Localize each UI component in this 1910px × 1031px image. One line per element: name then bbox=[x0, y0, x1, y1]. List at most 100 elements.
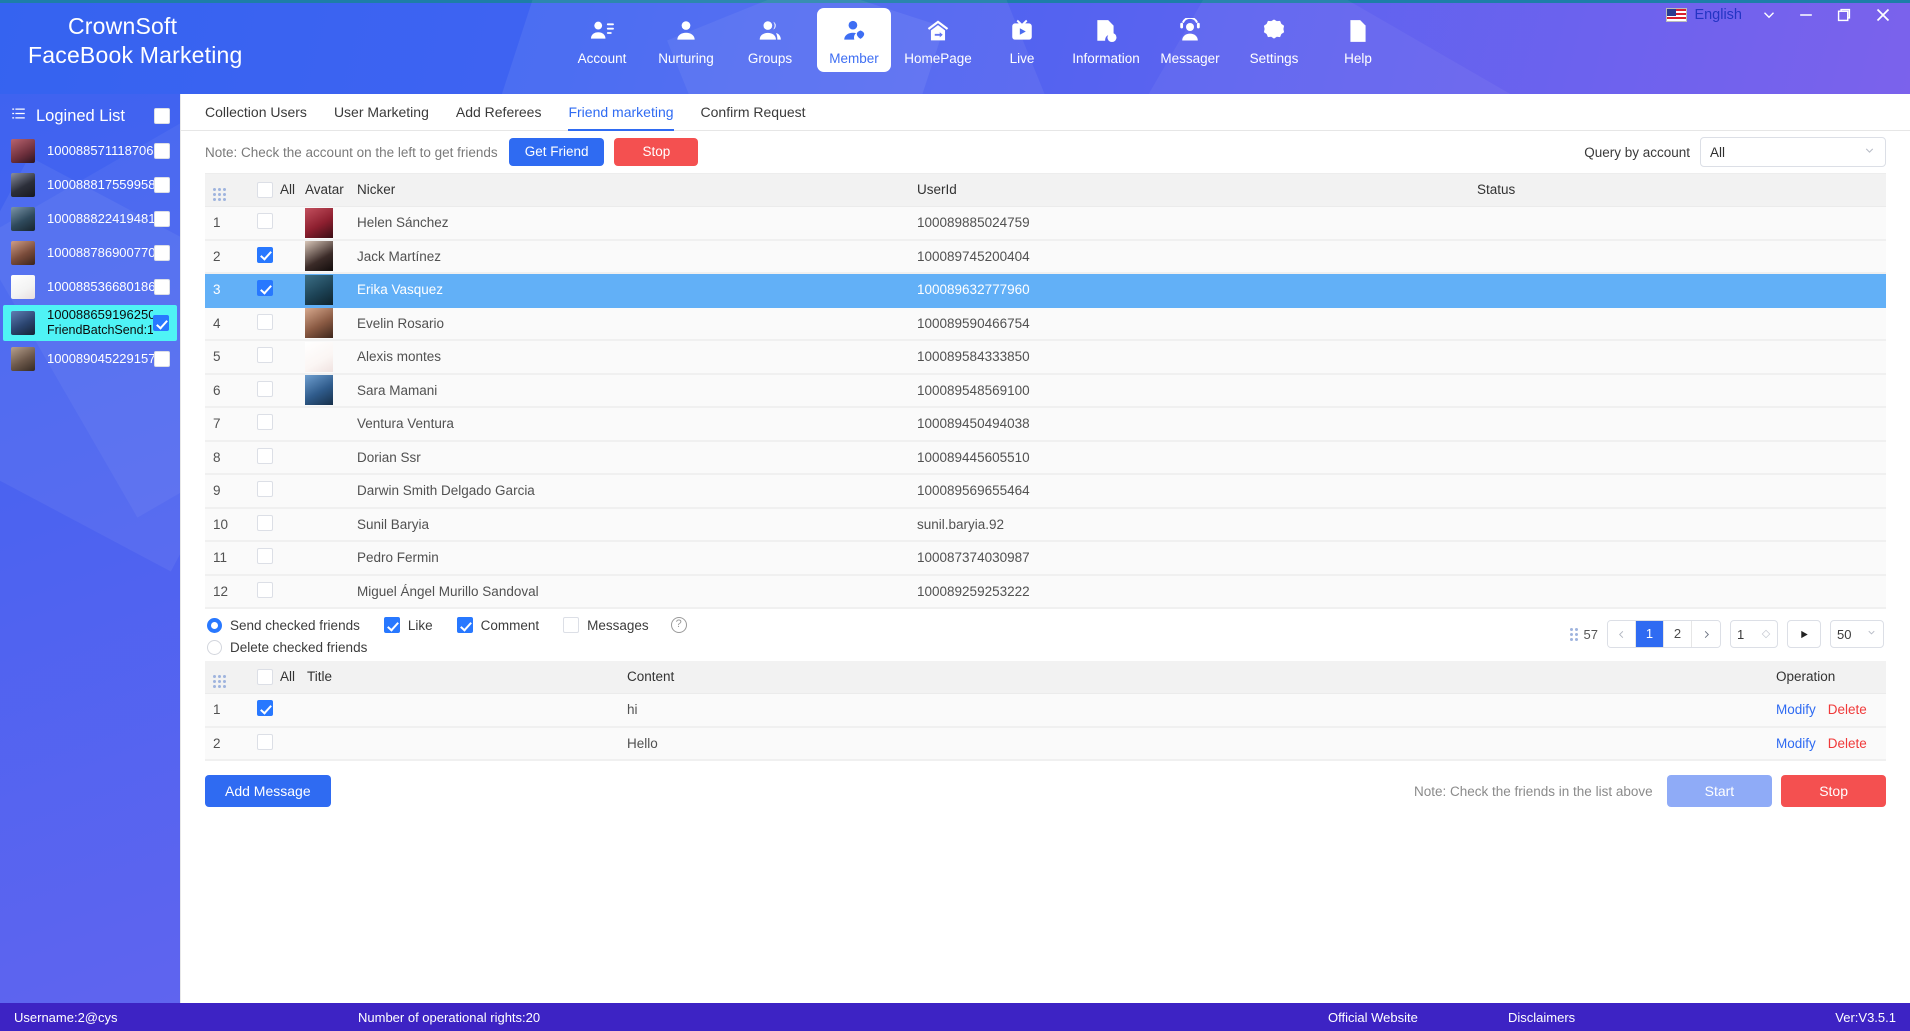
pagination-go-button[interactable] bbox=[1787, 620, 1821, 648]
sidebar-account-item[interactable]: 100088822419481 bbox=[0, 202, 180, 236]
table-row[interactable]: 5 Alexis montes 100089584333850 bbox=[205, 340, 1886, 375]
pagination-page-2[interactable]: 2 bbox=[1664, 621, 1692, 647]
sidebar-account-checkbox[interactable] bbox=[154, 245, 170, 261]
delete-checked-friends-radio[interactable] bbox=[207, 640, 222, 655]
friend-row-number: 2 bbox=[205, 239, 249, 274]
query-by-account-select[interactable]: All bbox=[1700, 137, 1886, 167]
friend-row-checkbox[interactable] bbox=[257, 347, 273, 364]
tab-collection-users[interactable]: Collection Users bbox=[205, 94, 307, 131]
maximize-icon[interactable] bbox=[1834, 5, 1854, 25]
table-row[interactable]: 9 Darwin Smith Delgado Garcia 100089569655… bbox=[205, 474, 1886, 509]
table-row[interactable]: 10 Sunil Baryia sunil.baryia.92 bbox=[205, 507, 1886, 542]
tab-add-referees[interactable]: Add Referees bbox=[456, 94, 542, 131]
pagination-page-1[interactable]: 1 bbox=[1636, 621, 1664, 647]
minimize-icon[interactable] bbox=[1796, 5, 1816, 25]
tab-friend-marketing[interactable]: Friend marketing bbox=[568, 94, 674, 131]
pagination-next-button[interactable] bbox=[1692, 621, 1720, 647]
chevron-down-icon[interactable] bbox=[1760, 6, 1778, 24]
nav-item-homepage[interactable]: HomePage bbox=[901, 8, 975, 72]
friend-row-checkbox[interactable] bbox=[257, 280, 273, 297]
modify-link[interactable]: Modify bbox=[1776, 702, 1816, 717]
start-button[interactable]: Start bbox=[1666, 775, 1773, 807]
friend-row-checkbox[interactable] bbox=[257, 246, 273, 263]
like-checkbox[interactable] bbox=[383, 617, 400, 633]
sidebar-account-item[interactable]: 100088659196250FriendBatchSend:100 bbox=[3, 305, 177, 341]
tab-confirm-request[interactable]: Confirm Request bbox=[701, 94, 806, 131]
sidebar-account-checkbox[interactable] bbox=[153, 315, 169, 331]
stepper-icon[interactable] bbox=[1761, 627, 1771, 642]
nav-item-settings[interactable]: Settings bbox=[1237, 8, 1311, 72]
message-select-all-checkbox[interactable] bbox=[257, 668, 273, 685]
sidebar-header: Logined List bbox=[0, 98, 180, 134]
messages-checkbox[interactable] bbox=[563, 617, 580, 633]
table-row[interactable]: 6 Sara Mamani 100089548569100 bbox=[205, 373, 1886, 408]
sidebar-account-checkbox[interactable] bbox=[154, 211, 170, 227]
language-selector[interactable]: English bbox=[1666, 7, 1742, 23]
friend-row-checkbox[interactable] bbox=[257, 481, 273, 498]
disclaimers-link[interactable]: Disclaimers bbox=[1508, 1010, 1575, 1025]
friend-row-checkbox[interactable] bbox=[257, 581, 273, 598]
table-row[interactable]: 1 hi Modify Delete bbox=[205, 693, 1886, 728]
table-row[interactable]: 11 Pedro Fermin 100087374030987 bbox=[205, 541, 1886, 576]
stop-get-friend-button[interactable]: Stop bbox=[614, 138, 699, 166]
drag-handle-icon[interactable] bbox=[213, 674, 226, 688]
nav-item-nurturing[interactable]: Nurturing bbox=[649, 8, 723, 72]
send-checked-friends-radio[interactable] bbox=[207, 617, 222, 633]
friend-row-checkbox[interactable] bbox=[257, 380, 273, 397]
nav-item-groups[interactable]: Groups bbox=[733, 8, 807, 72]
sidebar-account-item[interactable]: 100088536680186 bbox=[0, 270, 180, 304]
sidebar-account-item[interactable]: 100088817559958 bbox=[0, 168, 180, 202]
sidebar-account-checkbox[interactable] bbox=[154, 351, 170, 367]
sidebar-account-checkbox[interactable] bbox=[154, 177, 170, 193]
sidebar-account-item[interactable]: 100089045229157 bbox=[0, 342, 180, 376]
messager-icon bbox=[1153, 16, 1227, 46]
add-message-button[interactable]: Add Message bbox=[205, 775, 331, 807]
sidebar-account-item[interactable]: 100088786900770 bbox=[0, 236, 180, 270]
question-mark-icon[interactable]: ? bbox=[670, 617, 687, 633]
delete-link[interactable]: Delete bbox=[1828, 702, 1867, 717]
delete-link[interactable]: Delete bbox=[1828, 736, 1867, 751]
friends-drag-handle-header[interactable] bbox=[205, 174, 249, 207]
nav-item-information[interactable]: Information bbox=[1069, 8, 1143, 72]
sidebar-account-checkbox[interactable] bbox=[154, 279, 170, 295]
friend-row-checkbox[interactable] bbox=[257, 447, 273, 464]
table-row[interactable]: 7 Ventura Ventura 100089450494038 bbox=[205, 407, 1886, 442]
nav-item-member[interactable]: Member bbox=[817, 8, 891, 72]
tab-user-marketing[interactable]: User Marketing bbox=[334, 94, 429, 131]
drag-handle-icon[interactable] bbox=[213, 187, 226, 201]
comment-checkbox[interactable] bbox=[456, 617, 473, 633]
table-row[interactable]: 1 Helen Sánchez 100089885024759 bbox=[205, 206, 1886, 241]
table-row[interactable]: 3 Erika Vasquez 100089632777960 bbox=[205, 273, 1886, 308]
pagination-prev-button[interactable] bbox=[1608, 621, 1636, 647]
table-row[interactable]: 12 Miguel Ángel Murillo Sandoval 100089259… bbox=[205, 574, 1886, 609]
friend-row-checkbox[interactable] bbox=[257, 213, 273, 229]
sidebar-select-all-checkbox[interactable] bbox=[154, 108, 170, 124]
table-row[interactable]: 4 Evelin Rosario 100089590466754 bbox=[205, 306, 1886, 341]
friend-row-number: 8 bbox=[205, 440, 249, 475]
nav-item-label: Groups bbox=[747, 51, 793, 66]
nav-item-help[interactable]: Help bbox=[1321, 8, 1395, 72]
pagination-jump-input[interactable]: 1 bbox=[1730, 620, 1778, 648]
friends-select-all-checkbox[interactable] bbox=[257, 181, 273, 198]
close-icon[interactable] bbox=[1872, 4, 1894, 26]
table-row[interactable]: 2 Jack Martínez 100089745200404 bbox=[205, 239, 1886, 274]
message-row-checkbox[interactable] bbox=[257, 700, 273, 716]
friend-row-checkbox[interactable] bbox=[257, 313, 273, 330]
friend-row-checkbox[interactable] bbox=[257, 414, 273, 431]
friend-row-checkbox[interactable] bbox=[257, 514, 273, 531]
sidebar-account-checkbox[interactable] bbox=[154, 143, 170, 159]
get-friend-button[interactable]: Get Friend bbox=[508, 138, 605, 166]
table-row[interactable]: 8 Dorian Ssr 100089445605510 bbox=[205, 440, 1886, 475]
nav-item-messager[interactable]: Messager bbox=[1153, 8, 1227, 72]
friend-row-checkbox[interactable] bbox=[257, 548, 273, 565]
message-row-checkbox[interactable] bbox=[257, 733, 273, 750]
nav-item-live[interactable]: Live bbox=[985, 8, 1059, 72]
table-row[interactable]: 2 Hello Modify Delete bbox=[205, 726, 1886, 761]
modify-link[interactable]: Modify bbox=[1776, 736, 1816, 751]
official-website-link[interactable]: Official Website bbox=[1328, 1010, 1418, 1025]
pagination-page-size-select[interactable]: 50 bbox=[1830, 620, 1884, 648]
stop-button[interactable]: Stop bbox=[1781, 775, 1886, 807]
sidebar-account-item[interactable]: 100088571118706 bbox=[0, 134, 180, 168]
message-drag-handle-header[interactable] bbox=[205, 661, 249, 694]
nav-item-account[interactable]: Account bbox=[565, 8, 639, 72]
